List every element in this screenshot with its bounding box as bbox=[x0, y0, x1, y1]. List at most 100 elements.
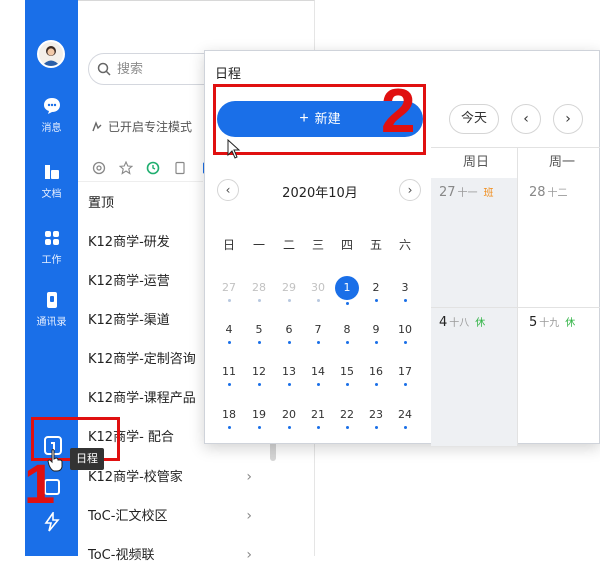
date-number: 5 bbox=[529, 315, 538, 330]
contacts-icon bbox=[46, 292, 57, 308]
weekday-label: 五 bbox=[369, 238, 382, 252]
avatar-image bbox=[42, 46, 60, 66]
event-dot bbox=[227, 383, 231, 386]
chevron-right-icon: › bbox=[246, 469, 252, 485]
list-item[interactable]: K12商学-校管家 › bbox=[78, 458, 314, 497]
calendar-tooltip: 日程 bbox=[70, 448, 104, 470]
list-item-label: 置顶 bbox=[88, 196, 115, 211]
column-divider bbox=[517, 148, 518, 446]
nav-item-messages[interactable]: 消息 bbox=[25, 96, 78, 134]
calendar-day-number: 18 bbox=[222, 408, 236, 421]
doc-filter-icon[interactable] bbox=[173, 160, 187, 174]
calendar-day-number: 28 bbox=[252, 281, 266, 294]
week-cell-date[interactable]: 5 十九休 bbox=[529, 314, 575, 330]
chat-icon bbox=[43, 98, 60, 114]
calendar-popup: 日程 + 新建 2 2020年10月 ‹ › 日一二三四五六 27 28 29 30 1 2… bbox=[204, 50, 600, 446]
mini-calendar-prev-button[interactable]: ‹ bbox=[217, 179, 239, 201]
calendar-day[interactable]: 2 bbox=[364, 281, 388, 313]
event-dot bbox=[316, 299, 320, 302]
calendar-day[interactable]: 8 bbox=[335, 323, 359, 355]
today-button[interactable]: 今天 bbox=[449, 104, 499, 134]
list-item-label: ToC-汇文校区 bbox=[88, 509, 168, 524]
nav-item-docs[interactable]: 文档 bbox=[25, 162, 78, 200]
calendar-day[interactable]: 7 bbox=[306, 323, 330, 355]
calendar-day[interactable]: 3 bbox=[393, 281, 417, 313]
calendar-day[interactable]: 23 bbox=[364, 408, 388, 440]
row-divider bbox=[431, 307, 600, 308]
calendar-day[interactable]: 17 bbox=[393, 365, 417, 397]
calendar-day[interactable]: 4 bbox=[217, 323, 241, 355]
weekday-label: 六 bbox=[398, 238, 411, 252]
weekday-label: 四 bbox=[340, 238, 353, 252]
event-dot bbox=[374, 341, 378, 344]
event-dot bbox=[403, 383, 407, 386]
calendar-day[interactable]: 18 bbox=[217, 408, 241, 440]
week-cell-date[interactable]: 27 十一班 bbox=[439, 184, 494, 200]
calendar-day-number: 16 bbox=[369, 365, 383, 378]
focus-icon bbox=[92, 121, 102, 132]
nav-item-flash[interactable] bbox=[25, 512, 78, 532]
event-dot bbox=[316, 426, 320, 429]
clock-filter-icon[interactable] bbox=[146, 160, 160, 174]
calendar-day[interactable]: 19 bbox=[247, 408, 271, 440]
calendar-day[interactable]: 6 bbox=[277, 323, 301, 355]
lunar-date: 十九 bbox=[539, 318, 560, 329]
event-dot bbox=[287, 341, 291, 344]
calendar-day-number: 3 bbox=[401, 281, 409, 294]
calendar-day[interactable]: 21 bbox=[306, 408, 330, 440]
search-icon bbox=[97, 62, 111, 76]
nav-item-work[interactable]: 工作 bbox=[25, 228, 78, 266]
star-filter-icon[interactable] bbox=[118, 160, 134, 175]
calendar-day-number: 14 bbox=[311, 365, 325, 378]
calendar-day[interactable]: 12 bbox=[247, 365, 271, 397]
calendar-day[interactable]: 27 bbox=[217, 281, 241, 313]
calendar-day[interactable]: 20 bbox=[277, 408, 301, 440]
mini-calendar-next-button[interactable]: › bbox=[399, 179, 421, 201]
event-dot bbox=[227, 341, 231, 344]
list-item[interactable]: ToC-汇文校区 › bbox=[78, 497, 314, 536]
focus-mode-status[interactable]: 已开启专注模式 bbox=[90, 118, 192, 135]
calendar-day[interactable]: 11 bbox=[217, 365, 241, 397]
calendar-day[interactable]: 22 bbox=[335, 408, 359, 440]
week-prev-button[interactable]: ‹ bbox=[511, 104, 541, 134]
calendar-day-number: 17 bbox=[398, 365, 412, 378]
calendar-day[interactable]: 15 bbox=[335, 365, 359, 397]
event-dot bbox=[257, 383, 261, 386]
nav-item-contacts[interactable]: 通讯录 bbox=[25, 290, 78, 328]
calendar-day-number: 13 bbox=[282, 365, 296, 378]
calendar-day-number: 1 bbox=[335, 276, 359, 300]
calendar-day-number: 8 bbox=[343, 323, 351, 336]
calendar-day[interactable]: 24 bbox=[393, 408, 417, 440]
event-dot bbox=[257, 426, 261, 429]
list-item-label: K12商学-渠道 bbox=[88, 313, 170, 328]
mention-filter-icon[interactable] bbox=[92, 160, 106, 174]
calendar-day[interactable]: 29 bbox=[277, 281, 301, 313]
calendar-day[interactable]: 13 bbox=[277, 365, 301, 397]
avatar[interactable] bbox=[37, 40, 65, 68]
calendar-day[interactable]: 16 bbox=[364, 365, 388, 397]
calendar-day[interactable]: 30 bbox=[306, 281, 330, 313]
week-cell-date[interactable]: 28 十二 bbox=[529, 184, 568, 200]
calendar-day-number: 19 bbox=[252, 408, 266, 421]
sunday-column-bg bbox=[431, 178, 517, 446]
list-item-label: K12商学-课程产品 bbox=[88, 391, 196, 406]
calendar-day[interactable]: 14 bbox=[306, 365, 330, 397]
weekday-label: 日 bbox=[222, 238, 235, 252]
calendar-day-selected[interactable]: 1 bbox=[335, 276, 359, 313]
event-dot bbox=[316, 383, 320, 386]
calendar-day[interactable]: 9 bbox=[364, 323, 388, 355]
calendar-day-number: 21 bbox=[311, 408, 325, 421]
calendar-day-number: 6 bbox=[285, 323, 293, 336]
calendar-day-number: 9 bbox=[372, 323, 380, 336]
list-divider bbox=[78, 181, 203, 182]
week-cell-date[interactable]: 4 十八休 bbox=[439, 314, 485, 330]
event-dot bbox=[257, 341, 261, 344]
weekday-label: 二 bbox=[282, 238, 295, 252]
event-dot bbox=[287, 299, 291, 302]
calendar-day[interactable]: 28 bbox=[247, 281, 271, 313]
calendar-day[interactable]: 10 bbox=[393, 323, 417, 355]
list-item-label: K12商学-研发 bbox=[88, 235, 170, 250]
event-dot bbox=[345, 426, 349, 429]
week-next-button[interactable]: › bbox=[553, 104, 583, 134]
calendar-day[interactable]: 5 bbox=[247, 323, 271, 355]
